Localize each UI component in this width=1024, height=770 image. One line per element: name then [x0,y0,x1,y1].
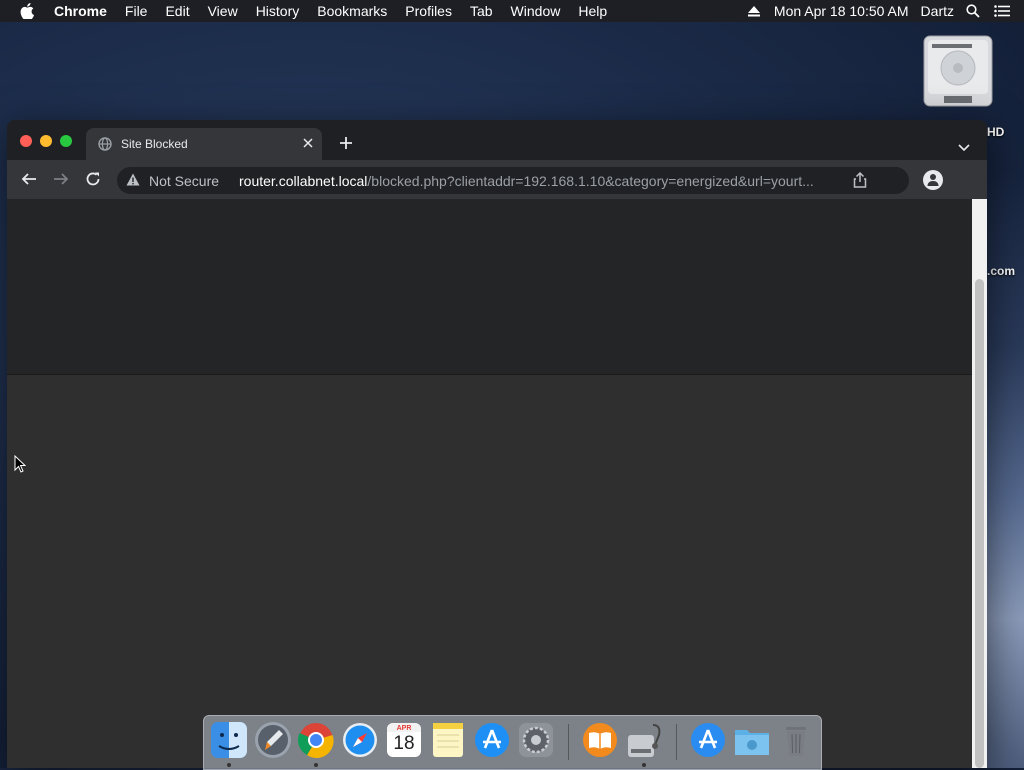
tab-strip: Site Blocked [7,120,987,160]
tab-site-blocked[interactable]: Site Blocked [86,128,322,160]
dock-separator [568,724,569,760]
url-host: router.collabnet.local [239,173,368,189]
warning-triangle-icon[interactable] [126,173,140,189]
apple-menu-icon[interactable] [20,3,40,19]
system-preferences-icon[interactable] [517,721,555,759]
security-indicator[interactable]: Not Secure [149,173,219,189]
close-window-button[interactable] [20,135,32,147]
minimize-window-button[interactable] [40,135,52,147]
page-header-banner [7,199,972,375]
menubar-clock[interactable]: Mon Apr 18 10:50 AM [774,3,909,19]
launchpad-icon[interactable] [254,721,292,759]
chrome-running-indicator [314,763,318,767]
spotlight-search-icon[interactable] [966,4,980,18]
menu-history[interactable]: History [256,3,300,19]
finder-running-indicator [227,763,231,767]
chrome-window: Site Blocked Not Secure router.collabnet [7,120,987,768]
scrollbar-thumb[interactable] [975,279,984,768]
tab-search-chevron-icon[interactable] [958,139,970,157]
menu-window[interactable]: Window [511,3,561,19]
tab-title: Site Blocked [121,137,188,151]
disk-utility-icon[interactable] [625,721,663,759]
dock: APR 18 [203,715,822,770]
dock-separator-2 [676,724,677,760]
notes-icon[interactable] [429,721,467,759]
menubar-user[interactable]: Dartz [921,3,954,19]
eject-icon[interactable] [747,5,760,17]
share-icon[interactable] [853,171,867,191]
close-tab-icon[interactable] [302,137,314,152]
menu-bar: Chrome File Edit View History Bookmarks … [0,0,1024,22]
url-text[interactable]: router.collabnet.local/blocked.php?clien… [239,173,814,189]
zoom-window-button[interactable] [60,135,72,147]
books-icon[interactable] [581,721,619,759]
calendar-icon[interactable]: APR 18 [385,721,423,759]
app-store-download-icon[interactable] [689,721,727,759]
hard-drive-icon[interactable] [920,34,996,112]
notification-center-icon[interactable] [994,5,1010,17]
trash-icon[interactable] [777,721,815,759]
menu-bookmarks[interactable]: Bookmarks [317,3,387,19]
back-arrow-icon[interactable] [21,171,37,192]
address-bar[interactable]: Not Secure router.collabnet.local/blocke… [117,167,909,194]
mouse-pointer-icon [14,454,27,478]
menu-tab[interactable]: Tab [470,3,493,19]
finder-icon[interactable] [210,721,248,759]
new-tab-icon[interactable] [339,136,353,155]
menu-view[interactable]: View [208,3,238,19]
page-content [7,199,972,768]
app-store-icon[interactable] [473,721,511,759]
menu-app-name[interactable]: Chrome [54,3,107,19]
profile-avatar-icon[interactable] [923,170,943,190]
url-path: /blocked.php?clientaddr=192.168.1.10&cat… [367,173,814,189]
forward-arrow-icon[interactable] [53,171,69,192]
safari-icon[interactable] [341,721,379,759]
chrome-icon[interactable] [297,721,335,759]
globe-icon [98,137,112,154]
calendar-month: APR [396,725,412,732]
folder-icon[interactable] [733,721,771,759]
menu-file[interactable]: File [125,3,148,19]
menu-help[interactable]: Help [578,3,607,19]
desktop-item-label[interactable]: .com [987,264,1015,278]
browser-toolbar: Not Secure router.collabnet.local/blocke… [7,160,987,199]
menu-edit[interactable]: Edit [165,3,189,19]
reload-icon[interactable] [85,171,101,192]
hard-drive-label[interactable]: HD [987,125,1004,139]
menu-profiles[interactable]: Profiles [405,3,452,19]
disk-utility-running-indicator [642,763,646,767]
page-scrollbar[interactable] [972,199,987,768]
calendar-day: 18 [393,733,415,754]
